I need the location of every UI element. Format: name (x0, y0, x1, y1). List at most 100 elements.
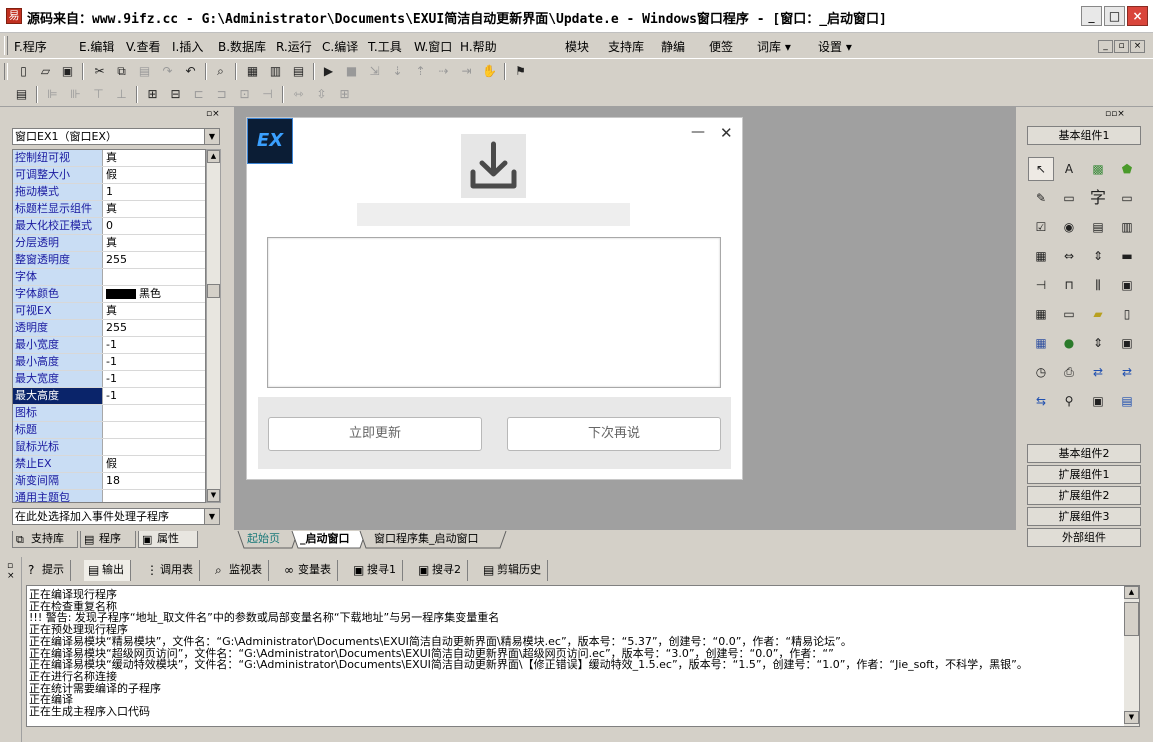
later-button[interactable]: 下次再说 (507, 417, 721, 451)
designer-form[interactable]: EX — ✕ 立即更新 下次再说 (246, 117, 743, 480)
tab-search-2[interactable]: ▣ 搜寻2 (414, 560, 468, 581)
form-minimize-icon[interactable]: — (691, 124, 705, 140)
stop-icon[interactable]: ■ (343, 63, 360, 80)
property-value[interactable] (106, 422, 205, 438)
property-value[interactable]: 假 (106, 456, 205, 472)
space-icon[interactable]: ⊣ (259, 86, 276, 103)
open-icon[interactable]: ▱ (37, 63, 54, 80)
menu-edit[interactable]: E.编辑 (79, 38, 114, 55)
scroll-thumb[interactable] (207, 284, 220, 298)
scroll-up-icon[interactable]: ▲ (207, 150, 220, 163)
data-provider-icon[interactable]: ⇄ (1116, 361, 1138, 383)
property-value[interactable]: -1 (106, 337, 205, 353)
v-space-icon[interactable]: ⇳ (313, 86, 330, 103)
label-icon[interactable]: A (1058, 158, 1080, 180)
tab-window-code[interactable]: 窗口程序集_启动窗口 (374, 531, 479, 548)
find-icon[interactable]: ⌕ (212, 63, 229, 80)
close-button[interactable]: × (1127, 6, 1148, 26)
app-icon[interactable]: 易 (6, 8, 22, 24)
property-row[interactable]: 最小高度 -1 (13, 354, 205, 371)
scroll-thumb[interactable] (1124, 602, 1139, 636)
table-icon[interactable]: ▤ (1116, 390, 1138, 412)
shape-icon[interactable]: ⬟ (1116, 158, 1138, 180)
property-value[interactable]: 真 (106, 201, 205, 217)
port-icon[interactable]: ▣ (1087, 390, 1109, 412)
menu-view[interactable]: V.查看 (126, 38, 160, 55)
layout2-icon[interactable]: ▥ (267, 63, 284, 80)
color-picker-icon[interactable]: ▦ (1030, 332, 1052, 354)
center-v-icon[interactable]: ⊟ (167, 86, 184, 103)
frame-icon[interactable]: ▭ (1116, 187, 1138, 209)
undo-icon[interactable]: ↶ (182, 63, 199, 80)
grid-list-icon[interactable]: ▦ (1030, 245, 1052, 267)
form-close-icon[interactable]: ✕ (720, 124, 733, 142)
layout1-icon[interactable]: ▦ (244, 63, 261, 80)
drive-icon[interactable]: ▭ (1058, 303, 1080, 325)
chevron-down-icon[interactable]: ▼ (204, 509, 219, 524)
toolbar-grip[interactable] (4, 63, 8, 80)
run-icon[interactable]: ▶ (320, 63, 337, 80)
hscroll-icon[interactable]: ⇔ (1058, 245, 1080, 267)
tab-start-page[interactable]: 起始页 (247, 531, 280, 548)
minimize-button[interactable]: _ (1081, 6, 1102, 26)
property-row[interactable]: 透明度 255 (13, 320, 205, 337)
same-height-icon[interactable]: ⊐ (213, 86, 230, 103)
tab-variables[interactable]: ∞ 变量表 (280, 560, 338, 581)
hotkey-icon[interactable]: ● (1058, 332, 1080, 354)
property-row[interactable]: 整窗透明度 255 (13, 252, 205, 269)
property-value[interactable] (106, 405, 205, 421)
menu-tools[interactable]: T.工具 (368, 38, 402, 55)
mdi-minimize-button[interactable]: _ (1098, 40, 1113, 53)
property-row[interactable]: 标题 (13, 422, 205, 439)
property-value[interactable]: 真 (106, 235, 205, 251)
animation-icon[interactable]: ▣ (1116, 332, 1138, 354)
update-now-button[interactable]: 立即更新 (268, 417, 482, 451)
combobox-icon[interactable]: ▤ (1087, 216, 1109, 238)
group-basic-2[interactable]: 基本组件2 (1027, 444, 1141, 463)
tab-call-stack[interactable]: ⋮ 调用表 (142, 560, 200, 581)
property-row[interactable]: 标题栏显示组件真 (13, 201, 205, 218)
property-row[interactable]: 字体 (13, 269, 205, 286)
spin-icon[interactable]: ⇕ (1087, 332, 1109, 354)
property-row[interactable]: 可调整大小假 (13, 167, 205, 184)
property-value[interactable]: -1 (106, 388, 205, 404)
property-row[interactable]: 可视EX 真 (13, 303, 205, 320)
step-icon[interactable]: ⇲ (366, 63, 383, 80)
data-source-icon[interactable]: ⇄ (1087, 361, 1109, 383)
property-value[interactable] (106, 269, 205, 285)
restore-button[interactable]: □ (1104, 6, 1125, 26)
mdi-restore-button[interactable]: ▫ (1114, 40, 1129, 53)
menu-lexicon[interactable]: 词库 ▾ (757, 38, 791, 55)
panel-close-icon[interactable]: ▫ (7, 561, 13, 571)
copy-icon[interactable]: ⧉ (113, 63, 130, 80)
layout3-icon[interactable]: ▤ (290, 63, 307, 80)
run-to-icon[interactable]: ⇥ (458, 63, 475, 80)
tab-output[interactable]: ▤ 输出 (84, 560, 131, 581)
panel-close-icon[interactable]: × (7, 571, 15, 581)
property-row[interactable]: 最小宽度 -1 (13, 337, 205, 354)
tab-support-lib[interactable]: ⧉ 支持库 (12, 531, 78, 548)
design-canvas[interactable]: EX — ✕ 立即更新 下次再说 (234, 106, 1016, 530)
menu-program[interactable]: F.程序 (14, 38, 47, 55)
radio-icon[interactable]: ◉ (1058, 216, 1080, 238)
menu-help[interactable]: H.帮助 (460, 38, 497, 55)
menu-run[interactable]: R.运行 (276, 38, 312, 55)
file-icon[interactable]: ▯ (1116, 303, 1138, 325)
step-into-icon[interactable]: ⇣ (389, 63, 406, 80)
property-value[interactable]: 18 (106, 473, 205, 489)
save-icon[interactable]: ▣ (59, 63, 76, 80)
center-h-icon[interactable]: ⊞ (144, 86, 161, 103)
menu-compile[interactable]: C.编译 (322, 38, 358, 55)
vscroll-icon[interactable]: ⇕ (1087, 245, 1109, 267)
edit-icon[interactable]: ✎ (1030, 187, 1052, 209)
client-icon[interactable]: ⇆ (1030, 390, 1052, 412)
menu-grip[interactable] (4, 36, 8, 55)
property-value[interactable]: 黑色 (106, 286, 205, 302)
menu-module[interactable]: 模块 (565, 38, 589, 55)
paste-icon[interactable]: ▤ (136, 63, 153, 80)
same-size-icon[interactable]: ⊡ (236, 86, 253, 103)
property-value[interactable]: -1 (106, 371, 205, 387)
property-row[interactable]: 禁止EX 假 (13, 456, 205, 473)
property-row[interactable]: 最大宽度 -1 (13, 371, 205, 388)
group-basic-1[interactable]: 基本组件1 (1027, 126, 1141, 145)
